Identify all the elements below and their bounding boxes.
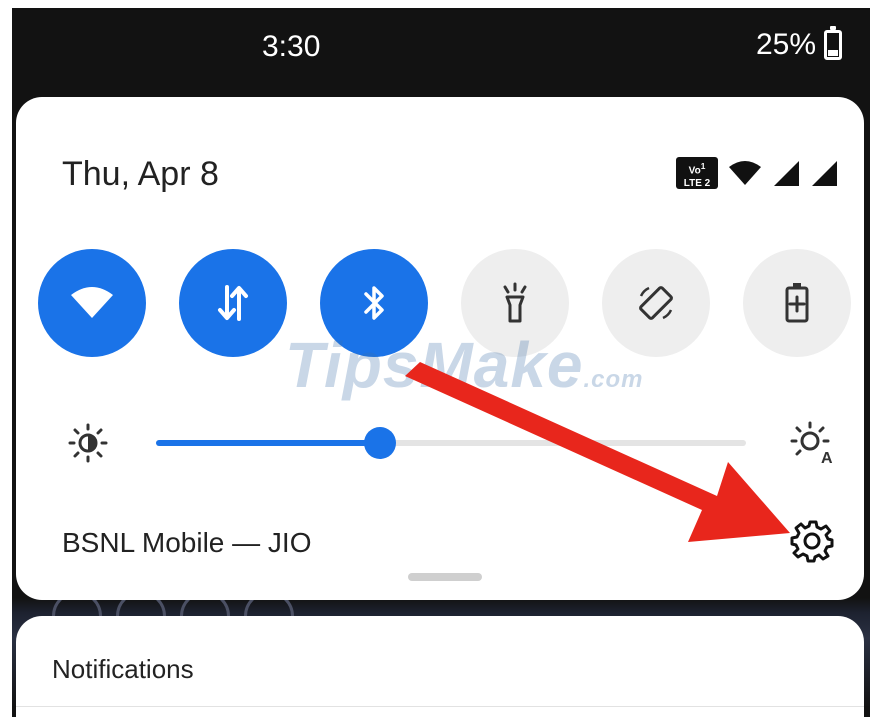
drag-handle[interactable] <box>408 573 482 581</box>
carrier-label: BSNL Mobile — JIO <box>62 527 312 558</box>
battery-percent: 25% <box>755 28 816 61</box>
flashlight-icon <box>503 282 527 323</box>
flashlight-tile[interactable] <box>461 249 569 357</box>
volte-bottom: LTE 2 <box>683 178 711 190</box>
brightness-slider-thumb[interactable] <box>364 427 397 459</box>
brightness-slider[interactable] <box>156 427 746 459</box>
wifi-status-icon <box>729 161 761 185</box>
quick-settings-panel: Thu, Apr 8 Vo1 LTE 2 A BSNL Mobile — JIO <box>16 97 864 600</box>
data-arrows-icon <box>218 285 248 321</box>
signal-icon <box>812 161 837 186</box>
wifi-icon <box>71 287 113 318</box>
bluetooth-tile[interactable] <box>320 249 428 357</box>
battery-icon <box>824 26 842 60</box>
bluetooth-icon <box>364 286 384 320</box>
svg-text:A: A <box>821 450 833 467</box>
rotate-icon <box>639 286 673 320</box>
volte-top: Vo <box>688 165 701 177</box>
mobile-data-tile[interactable] <box>179 249 287 357</box>
quick-tiles <box>38 249 851 357</box>
battery-saver-tile[interactable] <box>743 249 851 357</box>
battery-saver-icon <box>785 283 809 323</box>
signal-icon <box>774 161 799 186</box>
network-status-icons: Vo1 LTE 2 <box>676 157 838 189</box>
date-label: Thu, Apr 8 <box>62 155 219 193</box>
brightness-control: A <box>66 417 836 467</box>
auto-rotate-tile[interactable] <box>602 249 710 357</box>
settings-gear-icon[interactable] <box>790 519 834 563</box>
volte-icon: Vo1 LTE 2 <box>676 157 718 189</box>
status-time: 3:30 <box>262 30 321 63</box>
notifications-divider <box>16 706 864 707</box>
auto-brightness-icon[interactable]: A <box>788 419 836 467</box>
notifications-title: Notifications <box>52 654 194 684</box>
battery-status: 25% <box>755 26 842 62</box>
volte-sup: 1 <box>700 161 706 171</box>
status-bar: 3:30 25% <box>12 8 870 96</box>
brightness-low-icon <box>68 423 108 463</box>
notifications-card: Notifications <box>16 616 864 717</box>
brightness-slider-fill <box>156 440 381 446</box>
wifi-tile[interactable] <box>38 249 146 357</box>
phone-screen: 3:30 25% Thu, Apr 8 Vo1 LTE 2 A BSNL Mob… <box>12 8 870 717</box>
